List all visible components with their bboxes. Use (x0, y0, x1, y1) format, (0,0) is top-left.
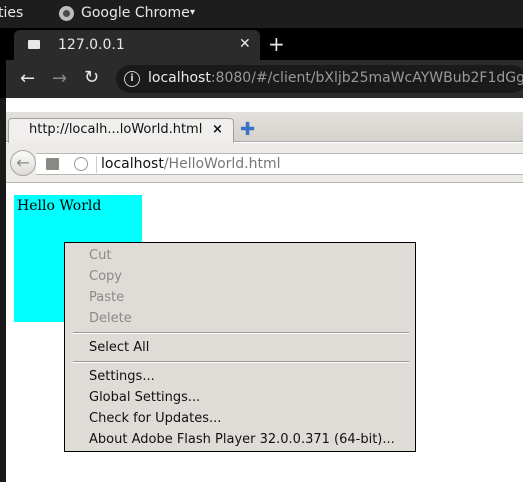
menu-item-cut[interactable]: Cut (89, 248, 111, 263)
url-host: localhost (101, 156, 164, 172)
chrome-tab[interactable]: 127.0.0.1 ✕ (14, 30, 260, 60)
back-button[interactable]: ← (10, 150, 36, 176)
menu-item-copy[interactable]: Copy (89, 269, 122, 284)
menu-item-select-all[interactable]: Select All (89, 340, 149, 355)
divider (96, 156, 97, 173)
page-favicon-icon (28, 40, 40, 49)
chevron-down-icon[interactable]: ▾ (190, 7, 195, 18)
forward-button[interactable]: → (52, 68, 67, 89)
menu-item-check-updates[interactable]: Check for Updates... (89, 411, 221, 426)
new-tab-button[interactable]: + (268, 32, 285, 56)
app-menu-label[interactable]: Google Chrome (81, 5, 190, 21)
site-info-icon[interactable]: i (124, 71, 140, 87)
chrome-tab-strip: 127.0.0.1 ✕ + (6, 28, 523, 60)
context-menu: Cut Copy Paste Delete Select All Setting… (64, 242, 416, 452)
firefox-url-bar[interactable]: localhost/HelloWorld.html (36, 153, 523, 175)
system-top-bar: ties Google Chrome ▾ (0, 0, 523, 28)
menu-item-delete[interactable]: Delete (89, 311, 132, 326)
chrome-app-icon (59, 6, 74, 21)
back-button[interactable]: ← (20, 68, 35, 89)
flash-text: Hello World (17, 198, 102, 214)
url-host: localhost (148, 70, 211, 86)
address-bar[interactable]: i localhost:8080/#/client/bXljb25maWcAYW… (116, 65, 523, 93)
reload-button[interactable]: ↻ (84, 67, 99, 88)
url-path: /HelloWorld.html (163, 156, 281, 172)
menu-item-paste[interactable]: Paste (89, 290, 124, 305)
menu-item-about-flash[interactable]: About Adobe Flash Player 32.0.0.371 (64-… (89, 432, 395, 447)
menu-separator (73, 332, 409, 334)
firefox-tab-strip: http://localh...loWorld.html × ✚ (6, 112, 523, 143)
close-tab-icon[interactable]: ✕ (239, 36, 251, 52)
menu-item-settings[interactable]: Settings... (89, 369, 155, 384)
chrome-tab-title: 127.0.0.1 (58, 37, 125, 53)
address-bar-url[interactable]: localhost:8080/#/client/bXljb25maWcAYWBu… (148, 70, 523, 86)
globe-icon (74, 157, 88, 171)
firefox-url[interactable]: localhost/HelloWorld.html (101, 156, 281, 172)
close-tab-icon[interactable]: × (212, 122, 223, 137)
firefox-nav-bar: localhost/HelloWorld.html ← (6, 143, 523, 183)
menu-separator (73, 361, 409, 363)
apps-grid-icon[interactable] (46, 158, 59, 170)
firefox-tab-title: http://localh...loWorld.html (29, 122, 203, 137)
firefox-tab[interactable]: http://localh...loWorld.html × (8, 118, 234, 143)
new-tab-button[interactable]: ✚ (240, 119, 255, 140)
menu-item-global-settings[interactable]: Global Settings... (89, 390, 200, 405)
url-rest: :8080/#/client/bXljb25maWcAYWBub2F1dGg= (210, 70, 523, 86)
chrome-toolbar: ← → ↻ i localhost:8080/#/client/bXljb25m… (6, 60, 523, 98)
activities-button[interactable]: ties (0, 5, 23, 21)
